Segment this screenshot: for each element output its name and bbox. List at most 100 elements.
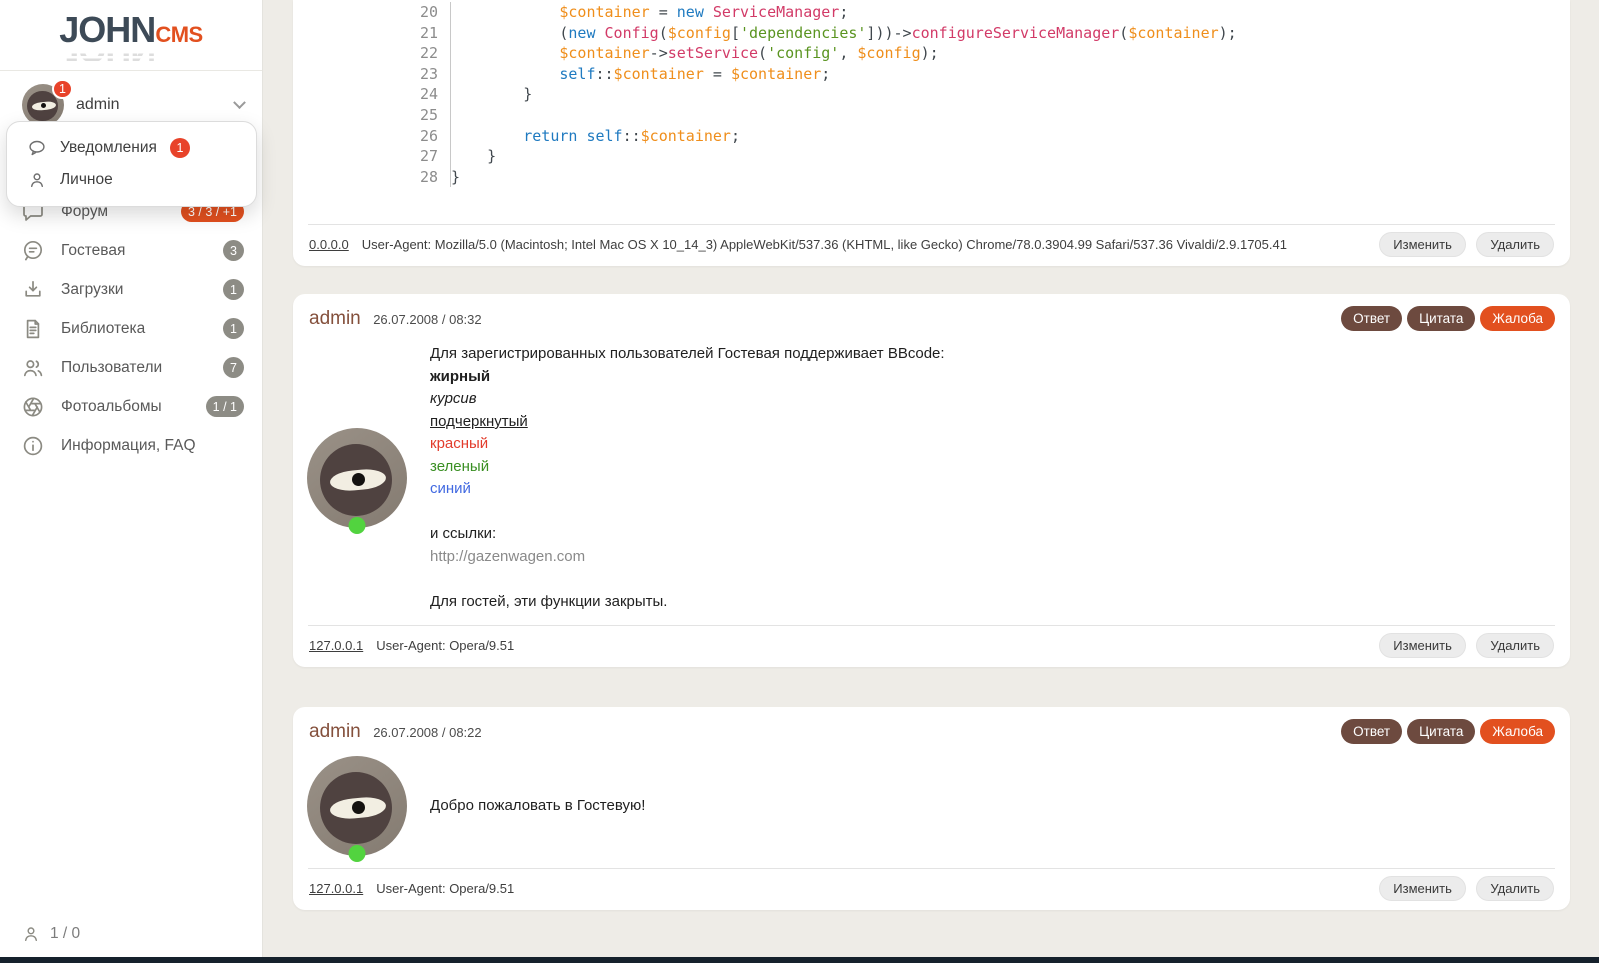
code-token: new (568, 24, 595, 42)
sidebar-item-2[interactable]: Загрузки1 (0, 270, 262, 309)
ip-link[interactable]: 0.0.0.0 (309, 237, 349, 252)
dropdown-item-0[interactable]: Уведомления1 (7, 132, 256, 164)
code-token: self (559, 65, 595, 83)
code-line-number: 22 (293, 43, 451, 64)
code-line-number: 21 (293, 23, 451, 44)
post-actions: ОтветЦитатаЖалоба (1336, 719, 1555, 744)
code-line-number: 24 (293, 84, 451, 105)
online-counter-value: 1 / 0 (50, 925, 80, 943)
code-line: 28} (293, 167, 1570, 188)
avatar-wrap (307, 756, 407, 856)
code-token: [ (731, 24, 740, 42)
app-logo[interactable]: JOHNCMS JOHNCMS (0, 0, 262, 66)
post-meta: 0.0.0.0 User-Agent: Mozilla/5.0 (Macinto… (309, 237, 1287, 252)
post-content-line (430, 568, 945, 591)
logo-text: JOHNCMS (0, 13, 262, 52)
code-line-text: return self::$container; (451, 126, 740, 147)
post-action-button[interactable]: Цитата (1407, 306, 1475, 331)
guestbook-content: 20$container = new ServiceManager;21(new… (263, 0, 1599, 957)
post-author-block: admin 26.07.2008 / 08:32 (309, 308, 482, 330)
online-indicator (349, 845, 366, 862)
ip-link[interactable]: 127.0.0.1 (309, 638, 363, 653)
user-name: admin (76, 96, 120, 114)
code-line: 22$container->setService('config', $conf… (293, 43, 1570, 64)
code-token: ]))-> (866, 24, 911, 42)
sidebar-item-5[interactable]: Фотоальбомы1 / 1 (0, 387, 262, 426)
sidebar-item-4[interactable]: Пользователи7 (0, 348, 262, 387)
post-action-button[interactable]: Жалоба (1480, 306, 1555, 331)
sidebar-item-label: Пользователи (61, 359, 223, 377)
post-admin-actions: Изменить Удалить (1373, 876, 1554, 901)
code-line: 25 (293, 105, 1570, 126)
post-content-line: синий (430, 478, 945, 501)
post-date: 26.07.2008 / 08:22 (373, 725, 481, 740)
code-token: ServiceManager (713, 3, 839, 21)
code-token: return (523, 127, 577, 145)
post-author[interactable]: admin (309, 308, 361, 329)
ip-link[interactable]: 127.0.0.1 (309, 881, 363, 896)
user-dropdown-menu: Уведомления1 Личное (6, 121, 257, 207)
avatar-wrap (307, 428, 407, 528)
code-token: ( (758, 44, 767, 62)
code-token: 'dependencies' (740, 24, 866, 42)
code-token: = (704, 65, 731, 83)
edit-button[interactable]: Изменить (1379, 633, 1466, 658)
post-action-button[interactable]: Ответ (1341, 306, 1402, 331)
code-line-number: 20 (293, 2, 451, 23)
delete-button[interactable]: Удалить (1476, 876, 1554, 901)
code-token: $container (559, 44, 649, 62)
code-token: $container (731, 65, 821, 83)
post-body: Для зарегистрированных пользователей Гос… (293, 335, 1570, 625)
post-content-line: Добро пожаловать в Гостевую! (430, 795, 645, 818)
sidebar-item-3[interactable]: Библиотека1 (0, 309, 262, 348)
user-agent-text: User-Agent: Mozilla/5.0 (Macintosh; Inte… (362, 237, 1287, 252)
post-author[interactable]: admin (309, 721, 361, 742)
post-content: Для зарегистрированных пользователей Гос… (430, 343, 945, 613)
code-token: } (523, 85, 532, 103)
person-icon (27, 170, 47, 190)
person-icon (21, 924, 41, 944)
post-content-line: и ссылки: (430, 523, 945, 546)
download-icon (21, 278, 45, 302)
sidebar-item-label: Информация, FAQ (61, 437, 244, 455)
logo-reflection: JOHNCMS (0, 52, 262, 66)
avatar[interactable] (307, 756, 407, 856)
post-content-line[interactable]: http://gazenwagen.com (430, 546, 945, 569)
code-token: } (487, 147, 496, 165)
guestbook-post: admin 26.07.2008 / 08:32 ОтветЦитатаЖало… (293, 294, 1570, 667)
code-line-text: } (451, 84, 532, 105)
code-token (595, 24, 604, 42)
post-author-block: admin 26.07.2008 / 08:22 (309, 721, 482, 743)
library-icon (21, 317, 45, 341)
dropdown-item-label: Личное (60, 171, 113, 189)
online-counter: 1 / 0 (21, 924, 80, 944)
post-content-line: красный (430, 433, 945, 456)
avatar[interactable] (307, 428, 407, 528)
sidebar-item-1[interactable]: Гостевая3 (0, 231, 262, 270)
code-token: ; (821, 65, 830, 83)
code-token: ( (1119, 24, 1128, 42)
sidebar-item-6[interactable]: Информация, FAQ (0, 426, 262, 465)
code-token: ); (1219, 24, 1237, 42)
albums-icon (21, 395, 45, 419)
dropdown-item-1[interactable]: Личное (7, 164, 256, 196)
edit-button[interactable]: Изменить (1379, 232, 1466, 257)
post-content-line: курсив (430, 388, 945, 411)
code-line-number: 26 (293, 126, 451, 147)
post-action-button[interactable]: Ответ (1341, 719, 1402, 744)
code-token: setService (668, 44, 758, 62)
post-action-button[interactable]: Жалоба (1480, 719, 1555, 744)
user-agent-text: User-Agent: Opera/9.51 (376, 881, 514, 896)
code-token: , (839, 44, 857, 62)
post-action-button[interactable]: Цитата (1407, 719, 1475, 744)
delete-button[interactable]: Удалить (1476, 633, 1554, 658)
code-token: $container (641, 127, 731, 145)
delete-button[interactable]: Удалить (1476, 232, 1554, 257)
edit-button[interactable]: Изменить (1379, 876, 1466, 901)
code-line: 24} (293, 84, 1570, 105)
code-token: configureServiceManager (912, 24, 1120, 42)
post-content-line (430, 501, 945, 524)
sidebar-item-badge: 1 (223, 318, 244, 339)
post-admin-actions: Изменить Удалить (1373, 232, 1554, 257)
code-line-text: (new Config($config['dependencies']))->c… (451, 23, 1237, 44)
